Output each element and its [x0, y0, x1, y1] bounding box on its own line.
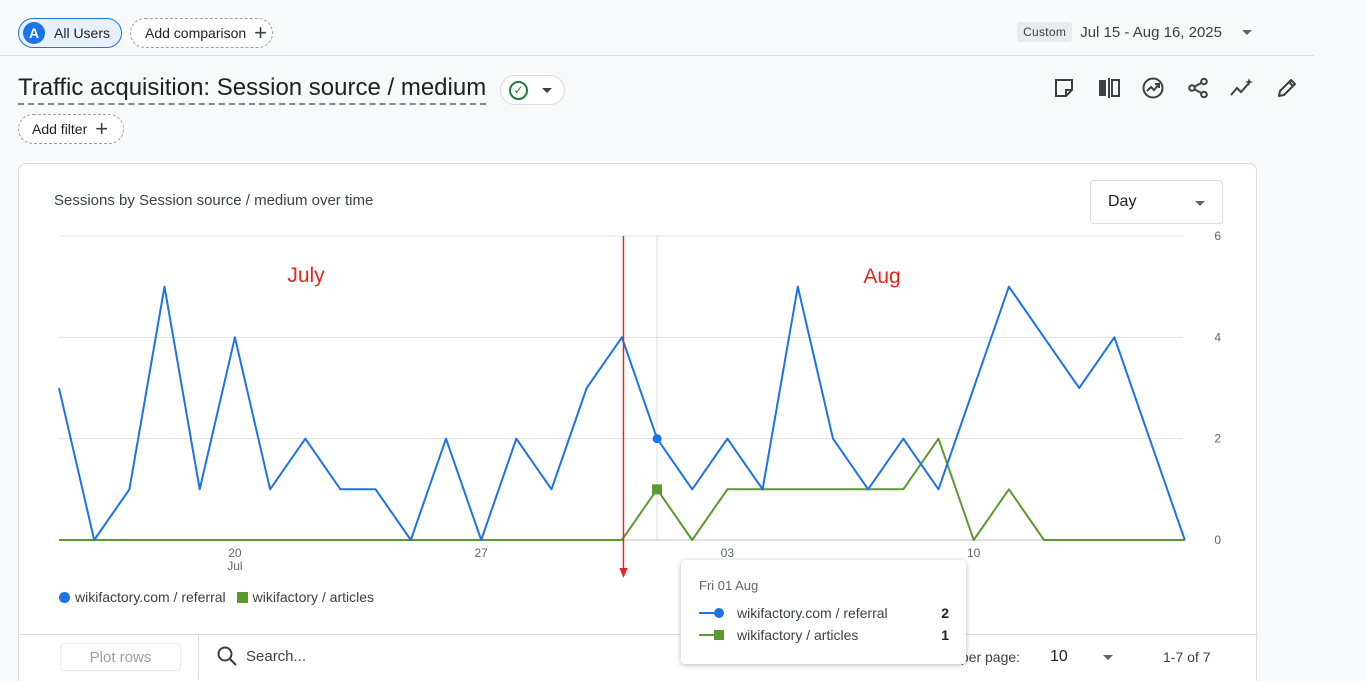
annotation-label: July [287, 264, 325, 287]
tooltip-series-name: wikifactory / articles [737, 627, 859, 643]
annotation-arrow-head [619, 568, 628, 578]
hover-point-marker [652, 484, 663, 495]
series-line-circle-icon [699, 607, 725, 619]
chart-tooltip: Fri 01 Aug wikifactory.com / referral 2 … [681, 560, 966, 664]
x-tick-label: 10 [967, 546, 981, 560]
y-tick-label: 2 [1214, 432, 1221, 446]
x-tick-label: 20 [228, 546, 242, 560]
x-tick-sublabel: Jul [227, 559, 242, 573]
y-tick-label: 6 [1214, 229, 1221, 243]
hover-point-marker [652, 434, 662, 444]
tooltip-row: wikifactory.com / referral 2 [699, 605, 949, 621]
tooltip-series-value: 2 [941, 605, 949, 621]
tooltip-row: wikifactory / articles 1 [699, 627, 949, 643]
x-tick-label: 03 [721, 546, 735, 560]
tooltip-date: Fri 01 Aug [699, 578, 759, 593]
y-tick-label: 4 [1214, 330, 1221, 344]
series-line [58, 285, 1186, 541]
y-tick-label: 0 [1214, 533, 1221, 547]
x-tick-label: 27 [474, 546, 488, 560]
tooltip-series-value: 1 [941, 627, 949, 643]
annotation-label: Aug [863, 265, 900, 288]
tooltip-series-name: wikifactory.com / referral [737, 605, 888, 621]
series-line [59, 437, 1185, 541]
series-line-square-icon [699, 629, 725, 641]
